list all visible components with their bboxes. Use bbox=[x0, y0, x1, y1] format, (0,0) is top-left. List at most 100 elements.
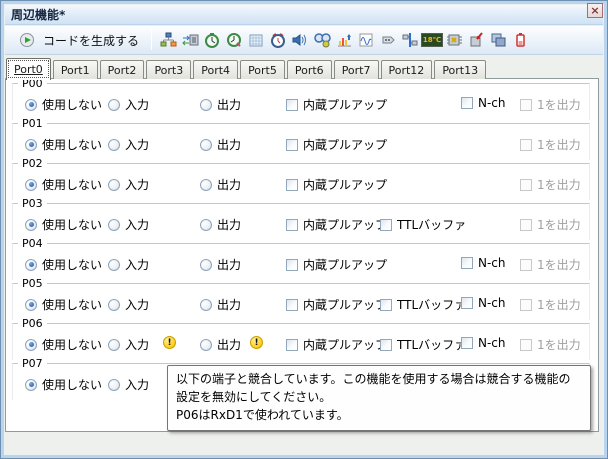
cb-indicator[interactable] bbox=[461, 337, 473, 349]
tab-port13[interactable]: Port13 bbox=[434, 60, 486, 79]
radio-indicator[interactable] bbox=[25, 259, 37, 271]
ad-converter-icon[interactable] bbox=[333, 30, 355, 51]
radio-output[interactable]: 出力 bbox=[200, 336, 241, 353]
radio-output[interactable]: 出力 bbox=[200, 296, 241, 313]
radio-output[interactable]: 出力 bbox=[200, 216, 241, 233]
cb-indicator[interactable] bbox=[286, 179, 298, 191]
radio-output[interactable]: 出力 bbox=[200, 176, 241, 193]
checkbox-ttl[interactable]: TTLバッファ bbox=[380, 216, 466, 233]
cb-indicator[interactable] bbox=[286, 299, 298, 311]
radio-input[interactable]: 入力 bbox=[108, 336, 149, 353]
cb-indicator[interactable] bbox=[286, 259, 298, 271]
generate-code-button[interactable]: コードを生成する bbox=[10, 27, 145, 54]
timer-icon[interactable] bbox=[201, 30, 223, 51]
checkbox-nch[interactable]: N-ch bbox=[461, 256, 506, 270]
checkbox-nch[interactable]: N-ch bbox=[461, 336, 506, 350]
interval-grid-icon[interactable] bbox=[245, 30, 267, 51]
radio-indicator[interactable] bbox=[200, 259, 212, 271]
checkbox-pullup[interactable]: 内蔵プルアップ bbox=[286, 96, 387, 113]
radio-output[interactable]: 出力 bbox=[200, 136, 241, 153]
radio-indicator[interactable] bbox=[200, 139, 212, 151]
buzzer-icon[interactable] bbox=[289, 30, 311, 51]
radio-unused[interactable]: 使用しない bbox=[25, 216, 102, 233]
radio-indicator[interactable] bbox=[25, 139, 37, 151]
serial-bus-icon[interactable] bbox=[399, 30, 421, 51]
cb-indicator[interactable] bbox=[286, 99, 298, 111]
radio-indicator[interactable] bbox=[108, 299, 120, 311]
checkbox-pullup[interactable]: 内蔵プルアップ bbox=[286, 296, 387, 313]
warning-icon[interactable]: ! bbox=[250, 336, 263, 349]
port-io-icon[interactable] bbox=[179, 30, 201, 51]
radio-indicator[interactable] bbox=[108, 379, 120, 391]
radio-output[interactable]: 出力 bbox=[200, 96, 241, 113]
radio-indicator[interactable] bbox=[200, 219, 212, 231]
radio-unused[interactable]: 使用しない bbox=[25, 296, 102, 313]
radio-input[interactable]: 入力 bbox=[108, 376, 149, 393]
tab-port4[interactable]: Port4 bbox=[193, 60, 238, 79]
checkbox-ttl[interactable]: TTLバッファ bbox=[380, 336, 466, 353]
cb-indicator[interactable] bbox=[286, 219, 298, 231]
radio-unused[interactable]: 使用しない bbox=[25, 336, 102, 353]
close-icon[interactable]: × bbox=[587, 3, 603, 18]
tab-port1[interactable]: Port1 bbox=[53, 60, 98, 79]
radio-indicator[interactable] bbox=[108, 339, 120, 351]
cb-indicator[interactable] bbox=[461, 257, 473, 269]
checkbox-pullup[interactable]: 内蔵プルアップ bbox=[286, 216, 387, 233]
cb-indicator[interactable] bbox=[461, 97, 473, 109]
radio-indicator[interactable] bbox=[25, 219, 37, 231]
watch-gear-icon[interactable] bbox=[311, 30, 333, 51]
radio-unused[interactable]: 使用しない bbox=[25, 136, 102, 153]
realtime-clock-icon[interactable] bbox=[267, 30, 289, 51]
tab-port3[interactable]: Port3 bbox=[146, 60, 191, 79]
checkbox-ttl[interactable]: TTLバッファ bbox=[380, 296, 466, 313]
cb-indicator[interactable] bbox=[380, 299, 392, 311]
radio-input[interactable]: 入力 bbox=[108, 96, 149, 113]
checkbox-pullup[interactable]: 内蔵プルアップ bbox=[286, 136, 387, 153]
radio-input[interactable]: 入力 bbox=[108, 136, 149, 153]
radio-indicator[interactable] bbox=[25, 339, 37, 351]
tab-port12[interactable]: Port12 bbox=[381, 60, 433, 79]
radio-indicator[interactable] bbox=[200, 99, 212, 111]
tab-port5[interactable]: Port5 bbox=[240, 60, 285, 79]
device-tree-icon[interactable] bbox=[157, 30, 179, 51]
radio-unused[interactable]: 使用しない bbox=[25, 96, 102, 113]
radio-indicator[interactable] bbox=[108, 99, 120, 111]
radio-indicator[interactable] bbox=[200, 179, 212, 191]
radio-indicator[interactable] bbox=[108, 139, 120, 151]
radio-indicator[interactable] bbox=[200, 299, 212, 311]
power-battery-icon[interactable] bbox=[509, 30, 531, 51]
tab-port0[interactable]: Port0 bbox=[6, 58, 51, 80]
checkbox-nch[interactable]: N-ch bbox=[461, 96, 506, 110]
radio-indicator[interactable] bbox=[25, 379, 37, 391]
checkbox-pullup[interactable]: 内蔵プルアップ bbox=[286, 176, 387, 193]
multiplier-chip-icon[interactable] bbox=[443, 30, 465, 51]
radio-input[interactable]: 入力 bbox=[108, 216, 149, 233]
da-waveform-icon[interactable] bbox=[355, 30, 377, 51]
checkbox-pullup[interactable]: 内蔵プルアップ bbox=[286, 256, 387, 273]
tab-port6[interactable]: Port6 bbox=[287, 60, 332, 79]
serial-connector-icon[interactable] bbox=[377, 30, 399, 51]
cb-indicator[interactable] bbox=[380, 339, 392, 351]
cb-indicator[interactable] bbox=[286, 139, 298, 151]
radio-indicator[interactable] bbox=[25, 99, 37, 111]
radio-indicator[interactable] bbox=[25, 179, 37, 191]
tab-port7[interactable]: Port7 bbox=[334, 60, 379, 79]
radio-indicator[interactable] bbox=[108, 219, 120, 231]
radio-unused[interactable]: 使用しない bbox=[25, 176, 102, 193]
radio-indicator[interactable] bbox=[25, 299, 37, 311]
checkbox-nch[interactable]: N-ch bbox=[461, 296, 506, 310]
radio-indicator[interactable] bbox=[108, 179, 120, 191]
cb-indicator[interactable] bbox=[380, 219, 392, 231]
radio-input[interactable]: 入力 bbox=[108, 296, 149, 313]
lcd-temperature-icon[interactable]: 18℃ bbox=[421, 30, 443, 51]
cb-indicator[interactable] bbox=[461, 297, 473, 309]
watchdog-timer-icon[interactable] bbox=[223, 30, 245, 51]
chip-stack-icon[interactable] bbox=[487, 30, 509, 51]
radio-indicator[interactable] bbox=[108, 259, 120, 271]
tab-port2[interactable]: Port2 bbox=[100, 60, 145, 79]
radio-input[interactable]: 入力 bbox=[108, 176, 149, 193]
radio-output[interactable]: 出力 bbox=[200, 256, 241, 273]
radio-indicator[interactable] bbox=[200, 339, 212, 351]
dma-chip-icon[interactable] bbox=[465, 30, 487, 51]
radio-unused[interactable]: 使用しない bbox=[25, 256, 102, 273]
